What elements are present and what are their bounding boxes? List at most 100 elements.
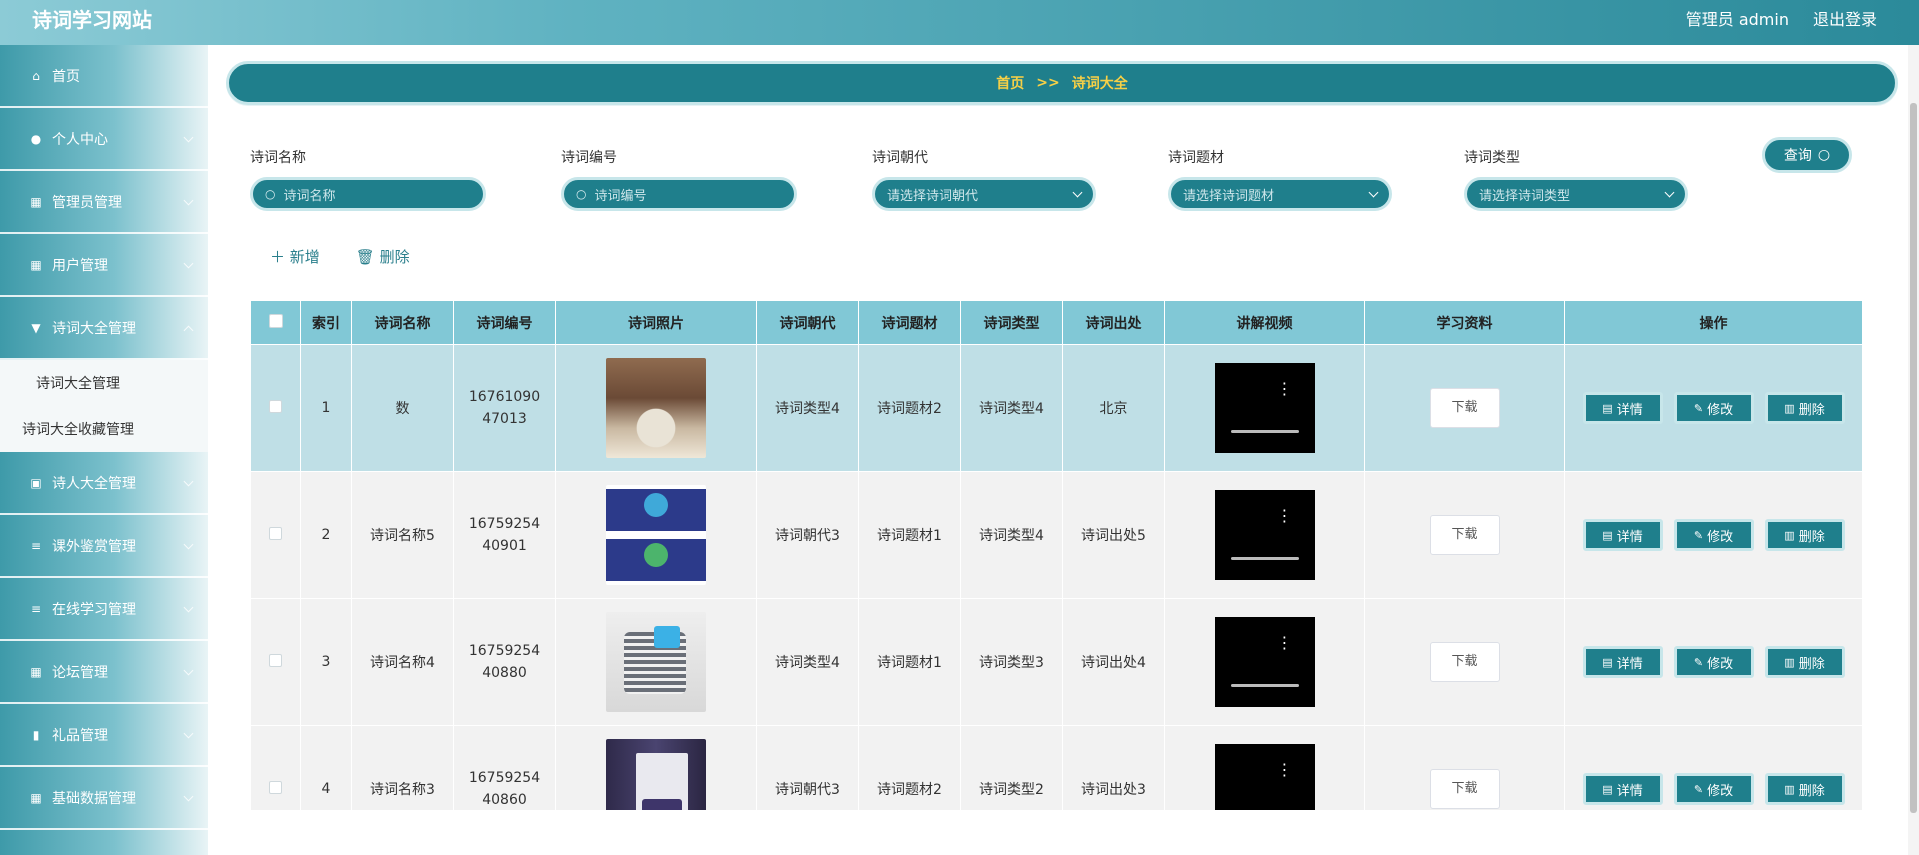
detail-button[interactable]: ▤ 详情 <box>1582 773 1663 805</box>
sidebar-item-personal-center[interactable]: ● 个人中心 <box>0 108 208 171</box>
more-vertical-icon[interactable]: ⋮ <box>1277 762 1293 778</box>
admin-label[interactable]: 管理员 admin <box>1686 6 1789 30</box>
search-code-placeholder: 诗词编号 <box>594 188 647 204</box>
search-dynasty-label: 诗词朝代 <box>872 150 928 166</box>
subject-select[interactable]: 请选择诗词题材 <box>1168 177 1392 211</box>
chevron-down-icon <box>183 728 194 739</box>
submenu-item-poem-management[interactable]: 诗词大全管理 <box>0 360 208 406</box>
cell-type: 诗词类型4 <box>960 471 1063 599</box>
site-title: 诗词学习网站 <box>32 8 152 32</box>
chevron-down-icon <box>1072 187 1083 198</box>
row-checkbox[interactable] <box>250 344 301 472</box>
scrollbar-thumb[interactable] <box>1910 103 1917 813</box>
batch-delete-label: 删除 <box>379 248 410 266</box>
grid-icon: ▦ <box>30 257 42 272</box>
video-player[interactable]: ⋮ <box>1214 744 1315 810</box>
sidebar-item-poet-management[interactable]: ▣ 诗人大全管理 <box>0 452 208 515</box>
type-select[interactable]: 请选择诗词类型 <box>1464 177 1688 211</box>
query-button[interactable]: 查询 ○ <box>1762 137 1852 173</box>
row-checkbox[interactable] <box>250 598 301 726</box>
delete-button[interactable]: ▥ 删除 <box>1764 519 1845 551</box>
vertical-scrollbar[interactable] <box>1908 45 1919 855</box>
sidebar-item-admin-management[interactable]: ▦ 管理员管理 <box>0 171 208 234</box>
trash-icon: ▥ <box>1784 782 1795 796</box>
chevron-down-icon <box>1368 187 1379 198</box>
sidebar-item-forum-management[interactable]: ▦ 论坛管理 <box>0 641 208 704</box>
cell-photo <box>555 598 757 726</box>
search-code-input[interactable]: ○ 诗词编号 <box>561 177 797 211</box>
detail-label: 详情 <box>1616 656 1643 672</box>
cell-index: 4 <box>300 725 352 810</box>
download-button[interactable]: 下载 <box>1429 388 1500 428</box>
row-checkbox[interactable] <box>250 725 301 810</box>
funnel-icon: ▼ <box>31 320 41 335</box>
sidebar-item-gift-management[interactable]: ▮ 礼品管理 <box>0 704 208 767</box>
detail-button[interactable]: ▤ 详情 <box>1582 519 1663 551</box>
table-row: 1 数 1676109047013 诗词类型4 诗词题材2 诗词类型4 北京 ⋮… <box>250 344 1862 472</box>
edit-button[interactable]: ✎ 修改 <box>1673 392 1754 424</box>
edit-button[interactable]: ✎ 修改 <box>1673 519 1754 551</box>
chevron-down-icon <box>1664 187 1675 198</box>
submenu-item-poem-favorites[interactable]: 诗词大全收藏管理 <box>0 406 208 452</box>
sidebar-item-online-learning[interactable]: ≡ 在线学习管理 <box>0 578 208 641</box>
sidebar-item-appreciation-management[interactable]: ≡ 课外鉴赏管理 <box>0 515 208 578</box>
video-player[interactable]: ⋮ <box>1214 490 1315 580</box>
cell-source: 诗词出处3 <box>1062 725 1165 810</box>
search-code-label: 诗词编号 <box>561 150 617 166</box>
download-button[interactable]: 下载 <box>1429 769 1500 809</box>
sidebar-item-label: 用户管理 <box>52 257 108 274</box>
add-button[interactable]: ＋ 新增 <box>270 246 320 267</box>
video-progress-bar[interactable] <box>1230 430 1299 433</box>
sidebar-item-poem-management[interactable]: ▼ 诗词大全管理 <box>0 297 208 360</box>
detail-button[interactable]: ▤ 详情 <box>1582 646 1663 678</box>
video-progress-bar[interactable] <box>1230 557 1299 560</box>
sidebar-item-base-data[interactable]: ▦ 基础数据管理 <box>0 767 208 830</box>
search-icon: ○ <box>576 187 587 201</box>
sidebar-item-label: 论坛管理 <box>52 664 108 681</box>
more-vertical-icon[interactable]: ⋮ <box>1277 635 1293 651</box>
sidebar-item-home[interactable]: ⌂ 首页 <box>0 45 208 108</box>
dynasty-select[interactable]: 请选择诗词朝代 <box>872 177 1096 211</box>
poem-photo[interactable] <box>606 612 706 712</box>
video-player[interactable]: ⋮ <box>1214 363 1315 453</box>
header-source: 诗词出处 <box>1062 300 1165 345</box>
download-button[interactable]: 下载 <box>1429 642 1500 682</box>
delete-button[interactable]: ▥ 删除 <box>1764 392 1845 424</box>
table-header-row: 索引 诗词名称 诗词编号 诗词照片 诗词朝代 诗词题材 诗词类型 诗词出处 讲解… <box>250 300 1862 345</box>
edit-button[interactable]: ✎ 修改 <box>1673 773 1754 805</box>
cell-type: 诗词类型4 <box>960 344 1063 472</box>
cell-code: 1676109047013 <box>453 344 556 472</box>
detail-label: 详情 <box>1616 402 1643 418</box>
breadcrumb-home[interactable]: 首页 <box>996 73 1024 93</box>
poem-photo[interactable] <box>606 485 706 585</box>
more-vertical-icon[interactable]: ⋮ <box>1277 508 1293 524</box>
video-player[interactable]: ⋮ <box>1214 617 1315 707</box>
search-name-placeholder: 诗词名称 <box>283 188 336 204</box>
delete-button[interactable]: ▥ 删除 <box>1764 773 1845 805</box>
poem-photo[interactable] <box>606 739 706 810</box>
edit-button[interactable]: ✎ 修改 <box>1673 646 1754 678</box>
video-progress-bar[interactable] <box>1230 684 1299 687</box>
cell-operations: ▤ 详情 ✎ 修改 ▥ 删除 <box>1564 598 1862 726</box>
search-subject-label: 诗词题材 <box>1168 150 1224 166</box>
add-button-label: 新增 <box>289 248 320 266</box>
select-all-checkbox[interactable] <box>250 300 301 345</box>
batch-delete-button[interactable]: 🗑 删除 <box>356 246 410 267</box>
more-vertical-icon[interactable]: ⋮ <box>1277 381 1293 397</box>
cell-operations: ▤ 详情 ✎ 修改 ▥ 删除 <box>1564 471 1862 599</box>
header-dynasty: 诗词朝代 <box>756 300 859 345</box>
logout-link[interactable]: 退出登录 <box>1813 6 1877 30</box>
query-button-label: 查询 <box>1783 148 1812 164</box>
search-name-input[interactable]: ○ 诗词名称 <box>250 177 486 211</box>
sidebar-item-user-management[interactable]: ▦ 用户管理 <box>0 234 208 297</box>
document-icon: ▤ <box>1602 782 1613 796</box>
row-checkbox[interactable] <box>250 471 301 599</box>
search-type-group: 诗词类型 请选择诗词类型 <box>1464 147 1688 211</box>
delete-button[interactable]: ▥ 删除 <box>1764 646 1845 678</box>
detail-button[interactable]: ▤ 详情 <box>1582 392 1663 424</box>
pencil-icon: ✎ <box>1693 528 1704 542</box>
download-button[interactable]: 下载 <box>1429 515 1500 555</box>
delete-label: 删除 <box>1798 529 1825 545</box>
cell-source: 诗词出处5 <box>1062 471 1165 599</box>
poem-photo[interactable] <box>606 358 706 458</box>
